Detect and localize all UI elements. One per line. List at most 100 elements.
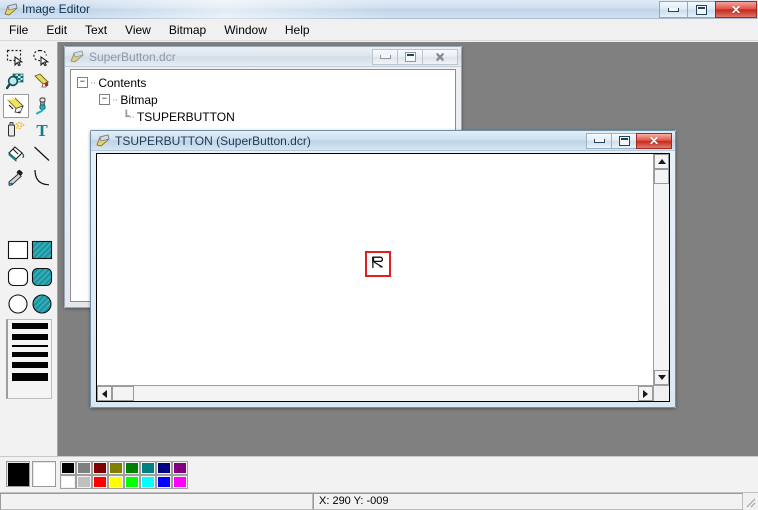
color-swatch[interactable] [124,475,140,489]
resource-tree[interactable]: − ·· Contents − ·· Bitmap ┗·· TSUPERBUTT… [71,70,455,129]
tool-buttons: T [3,46,55,190]
color-swatch[interactable] [60,475,76,489]
rounded-rect-outline-tool[interactable] [6,265,30,292]
menu-window[interactable]: Window [215,20,276,40]
close-button[interactable]: ✕ [715,1,757,18]
resource-restore-button[interactable] [397,49,423,65]
foreground-color-swatch[interactable] [6,461,30,487]
resource-minimize-button[interactable] [372,49,398,65]
chevron-down-icon [657,375,666,380]
color-swatch[interactable] [92,461,108,475]
fill-tool[interactable] [3,142,29,166]
bitmap-window[interactable]: TSUPERBUTTON (SuperButton.dcr) ✕ [90,130,676,408]
rectangle-outline-tool[interactable] [6,238,30,265]
color-swatch[interactable] [140,461,156,475]
line-width-option[interactable] [12,334,48,340]
line-width-selector[interactable] [6,319,52,399]
tree-connector: ·· [90,76,96,89]
color-swatch[interactable] [172,461,188,475]
cursor-arrow-bitmap [369,254,387,275]
scroll-down-button[interactable] [654,370,669,385]
chevron-up-icon [657,159,666,164]
app-title: Image Editor [22,2,91,16]
line-width-option[interactable] [12,373,48,381]
tree-item-label: TSUPERBUTTON [136,109,235,124]
bitmap-canvas[interactable] [97,154,653,385]
line-width-option[interactable] [12,362,48,368]
rectangle-filled-tool[interactable] [30,238,54,265]
ellipse-filled-icon [31,293,53,318]
background-color-swatch[interactable] [32,461,56,487]
text-tool[interactable]: T [29,118,55,142]
pencil-tool[interactable] [3,94,29,118]
color-swatch[interactable] [156,461,172,475]
scroll-up-button[interactable] [654,154,669,169]
minimize-button[interactable] [659,1,688,18]
menu-file[interactable]: File [0,20,37,40]
scroll-right-button[interactable] [638,386,653,401]
ellipse-filled-tool[interactable] [30,292,54,319]
zoom-tool[interactable] [3,70,29,94]
color-swatch[interactable] [172,475,188,489]
foreground-background-colors[interactable] [6,461,56,487]
line-tool[interactable] [29,142,55,166]
resource-window-controls: ✕ [372,49,458,65]
minimize-icon [379,55,391,59]
bitmap-minimize-button[interactable] [586,133,612,149]
menubar: File Edit Text View Bitmap Window Help [0,19,758,41]
color-swatch[interactable] [108,461,124,475]
tree-expander-icon[interactable]: − [77,77,88,88]
rectangle-outline-icon [7,239,29,264]
menu-edit[interactable]: Edit [37,20,76,40]
rounded-rect-filled-icon [31,266,53,291]
restore-icon [618,136,630,146]
canvas-horizontal-scrollbar[interactable] [97,385,653,401]
color-swatch[interactable] [124,461,140,475]
tree-expander-icon[interactable]: − [99,94,110,105]
tree-item-contents[interactable]: − ·· Contents [77,74,449,91]
bitmap-window-title: TSUPERBUTTON (SuperButton.dcr) [115,134,311,148]
resource-close-button[interactable]: ✕ [422,49,458,65]
rectangular-select-tool[interactable] [3,46,29,70]
menu-help[interactable]: Help [276,20,319,40]
eraser-tool[interactable] [29,70,55,94]
rounded-rect-filled-tool[interactable] [30,265,54,292]
scroll-left-button[interactable] [97,386,112,401]
resize-grip-icon[interactable] [743,495,757,509]
line-width-option[interactable] [12,352,48,357]
color-swatch[interactable] [108,475,124,489]
close-icon: ✕ [730,2,742,17]
airbrush-tool[interactable] [3,118,29,142]
maximize-button[interactable] [687,1,716,18]
eyedropper-icon [6,169,26,187]
vertical-scroll-thumb[interactable] [654,169,669,184]
rounded-rect-outline-icon [7,266,29,291]
bitmap-close-button[interactable]: ✕ [636,133,672,149]
menu-view[interactable]: View [116,20,160,40]
close-icon: ✕ [648,134,660,148]
lasso-select-tool[interactable] [29,46,55,70]
line-width-option[interactable] [12,345,48,347]
color-swatch[interactable] [92,475,108,489]
eraser-icon [32,73,52,91]
canvas-vertical-scrollbar[interactable] [653,154,669,385]
toolbox-panel: T [0,42,58,456]
color-swatch[interactable] [156,475,172,489]
bitmap-selection[interactable] [365,251,391,277]
ellipse-outline-tool[interactable] [6,292,30,319]
horizontal-scroll-thumb[interactable] [112,386,134,401]
curve-tool[interactable] [29,166,55,190]
chevron-right-icon [643,389,648,398]
tree-item-tsuperbutton[interactable]: ┗·· TSUPERBUTTON [77,108,449,125]
paintbrush-tool[interactable] [29,94,55,118]
tree-item-bitmap[interactable]: − ·· Bitmap [77,91,449,108]
bitmap-restore-button[interactable] [611,133,637,149]
color-swatch[interactable] [140,475,156,489]
eyedropper-tool[interactable] [3,166,29,190]
color-swatch[interactable] [76,475,92,489]
line-width-option[interactable] [12,323,48,329]
color-swatch[interactable] [60,461,76,475]
menu-text[interactable]: Text [76,20,116,40]
color-swatch[interactable] [76,461,92,475]
menu-bitmap[interactable]: Bitmap [160,20,215,40]
